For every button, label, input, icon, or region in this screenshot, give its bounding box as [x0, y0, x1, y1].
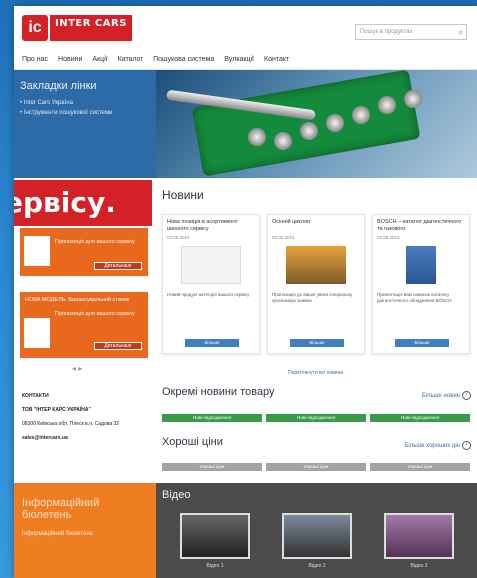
promo-image [24, 236, 50, 266]
newsletter-subtitle: Інформаційний бюлетень [22, 531, 93, 537]
news-card-title[interactable]: BOSCH – каталог діагностичного та газово… [377, 219, 465, 233]
promo-card[interactable]: НОВА МОДЕЛЬ. Балансувальний станок Пропо… [20, 292, 148, 358]
news-card-image [406, 246, 436, 284]
slider-arrows[interactable]: ◂ ▸ [72, 364, 82, 373]
promo-text: Пропозиція для вашого сервісу [55, 239, 135, 245]
news-card-image [286, 246, 346, 284]
news-card-image [181, 246, 241, 284]
featured-tab[interactable]: Нові надходження [266, 414, 366, 422]
socket [300, 122, 318, 140]
prices-title: Хороші ціни [162, 436, 223, 448]
red-banner-overlay: ервісу. [14, 180, 152, 226]
promo-details-button[interactable]: Детальніше [94, 342, 142, 350]
hero: Закладки лінки • Inter Cars Україна • Ін… [14, 70, 477, 178]
featured-tabs: Нові надходження Нові надходження Нові н… [162, 414, 470, 422]
news-card[interactable]: Нова позиція в асортименті шинного серві… [162, 214, 260, 354]
nav-item-catalog[interactable]: Каталог [118, 56, 143, 63]
news-card-text: Пропозиція до вашої уваги спеціальну про… [272, 292, 353, 303]
news-card[interactable]: Осінній циклоп 03.06.2016 Пропозиція до … [267, 214, 365, 354]
search-input[interactable]: Пошук в продуктах ⌕ [355, 24, 467, 40]
nav-item-promos[interactable]: Акції [92, 56, 107, 63]
featured-tab[interactable]: Нові надходження [162, 414, 262, 422]
contacts-title: КОНТАКТИ [22, 393, 49, 399]
prices-tab[interactable]: Хороші ціни [266, 463, 366, 471]
nav-item-search-system[interactable]: Пошукова система [153, 56, 214, 63]
promo-details-button[interactable]: Детальніше [94, 262, 142, 270]
news-card-text: Новий продукт категорії вашого сервісу [167, 292, 250, 297]
newsletter-title: Інформаційний бюлетень [22, 497, 100, 521]
video-caption[interactable]: Відео 2 [282, 563, 352, 569]
news-card-title[interactable]: Осінній циклоп [272, 219, 360, 233]
logo[interactable]: ic INTER CARS [22, 14, 132, 42]
search-placeholder: Пошук в продуктах [360, 29, 413, 35]
promo-card[interactable]: Пропозиція для вашого сервісу Детальніше [20, 228, 148, 276]
video-caption[interactable]: Відео 1 [180, 563, 250, 569]
news-card-text: Презентація вам новинок каталогу діагнос… [377, 292, 452, 303]
hero-image[interactable] [156, 70, 477, 178]
socket [248, 128, 266, 146]
arrow-right-icon: › [462, 441, 471, 450]
featured-more-link[interactable]: Більше новин › [422, 391, 471, 400]
socket [326, 114, 344, 132]
arrow-right-icon: › [462, 391, 471, 400]
news-more-button[interactable]: Більше [185, 339, 239, 347]
hero-sidebar: Закладки лінки • Inter Cars Україна • Ін… [14, 70, 156, 178]
nav-item-vulkaktsii[interactable]: Вулкакції [224, 56, 254, 63]
prices-tabs: Хороші ціни Хороші ціни Хороші ціни [162, 463, 470, 471]
socket [352, 106, 370, 124]
video-section: Відео Відео 1 Відео 2 Відео 3 [156, 483, 477, 578]
news-card-date: 03.06.2016 [167, 235, 190, 240]
promo-title: НОВА МОДЕЛЬ. Балансувальний станок [25, 297, 130, 303]
nav-item-about[interactable]: Про нас [22, 56, 48, 63]
news-card[interactable]: BOSCH – каталог діагностичного та газово… [372, 214, 470, 354]
main-nav: Про нас Новини Акції Каталог Пошукова си… [14, 50, 477, 70]
company-address: 08300 Київська обл. Плеск в.п. Садова 32 [22, 421, 120, 427]
news-card-date: 03.06.2016 [272, 235, 295, 240]
video-thumbnail[interactable] [282, 513, 352, 559]
promo-image [24, 318, 50, 348]
company-name: ТОВ "ІНТЕР КАРС УКРАЇНА" [22, 407, 91, 413]
contacts-block: КОНТАКТИ ТОВ "ІНТЕР КАРС УКРАЇНА" 08300 … [22, 392, 119, 442]
nav-item-news[interactable]: Новини [58, 56, 82, 63]
video-thumbnail[interactable] [180, 513, 250, 559]
logo-text: INTER CARS [50, 15, 132, 41]
nav-item-contact[interactable]: Контакт [264, 56, 289, 63]
newsletter-box[interactable]: Інформаційний бюлетень Інформаційний бюл… [14, 483, 156, 578]
featured-tab[interactable]: Нові надходження [370, 414, 470, 422]
prices-tab[interactable]: Хороші ціни [162, 463, 262, 471]
featured-title: Окремі новини товару [162, 386, 275, 398]
logo-mark: ic [22, 15, 48, 41]
search-icon[interactable]: ⌕ [459, 28, 463, 38]
hero-link[interactable]: • Інструменти пошукової системи [20, 110, 150, 116]
news-more-button[interactable]: Більше [395, 339, 449, 347]
video-title: Відео [162, 489, 191, 501]
hero-title: Закладки лінки [20, 80, 97, 92]
video-thumbnail[interactable] [384, 513, 454, 559]
socket [404, 90, 422, 108]
page: ic INTER CARS Пошук в продуктах ⌕ Про на… [14, 6, 477, 578]
promo-text: Пропозиція для вашого сервісу [55, 311, 135, 317]
prices-more-link[interactable]: Більше хороших цін › [404, 441, 471, 450]
news-more-button[interactable]: Більше [290, 339, 344, 347]
hero-link[interactable]: • Inter Cars Україна [20, 100, 150, 106]
news-title: Новини [162, 188, 204, 202]
prices-tab[interactable]: Хороші ціни [370, 463, 470, 471]
video-caption[interactable]: Відео 3 [384, 563, 454, 569]
all-news-link[interactable]: Переглянути всі новини [288, 370, 343, 376]
socket [378, 96, 396, 114]
news-card-date: 03.06.2016 [377, 235, 400, 240]
header: ic INTER CARS Пошук в продуктах ⌕ [14, 6, 477, 50]
company-email[interactable]: sales@intercars.ua [22, 434, 119, 442]
news-card-title[interactable]: Нова позиція в асортименті шинного серві… [167, 219, 255, 233]
socket [274, 132, 292, 150]
